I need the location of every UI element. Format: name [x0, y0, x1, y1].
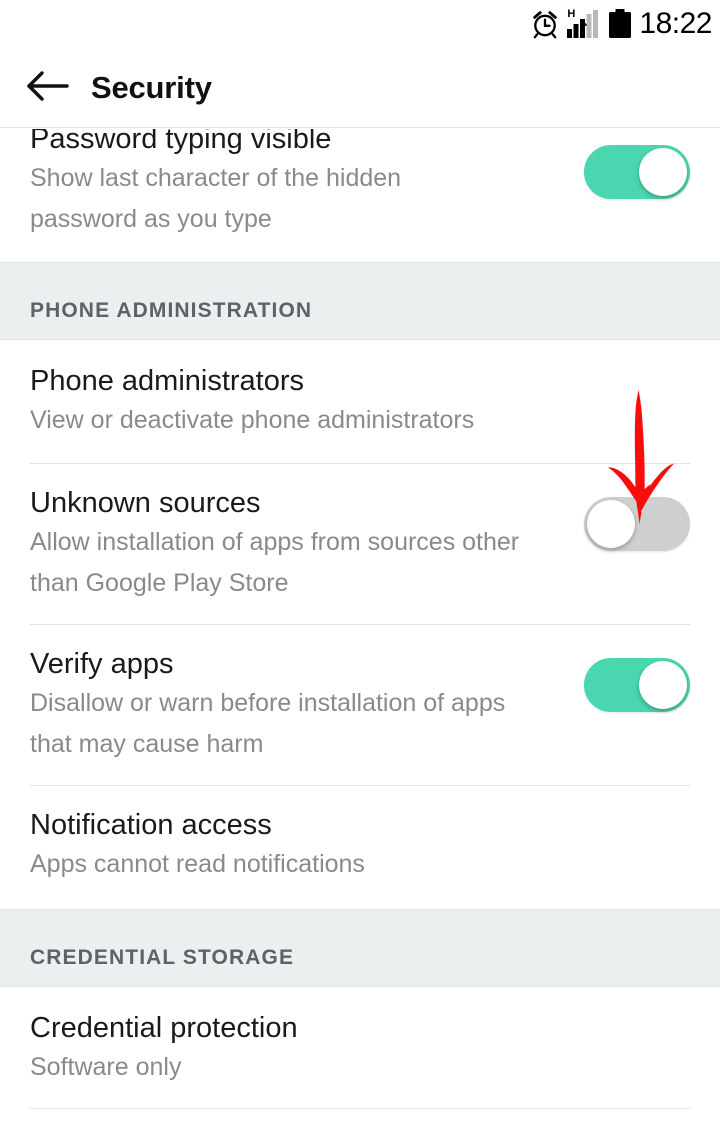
section-header-credential-storage: CREDENTIAL STORAGE	[0, 909, 720, 987]
app-bar: Security	[0, 48, 720, 128]
preference-text-block: Password typing visible Show last charac…	[30, 129, 584, 240]
preference-summary: Allow installation of apps from sources …	[30, 528, 520, 597]
clock-time: 18:22	[639, 7, 712, 40]
status-bar: H 18:22	[0, 0, 720, 48]
section-header-label: CREDENTIAL STORAGE	[30, 946, 295, 969]
toggle-knob	[639, 661, 687, 709]
preference-summary: Show last character of the hidden passwo…	[30, 164, 402, 233]
preference-text-block: Unknown sources Allow installation of ap…	[30, 484, 584, 604]
back-arrow-icon	[26, 69, 72, 106]
preference-unknown-sources[interactable]: Unknown sources Allow installation of ap…	[0, 464, 720, 624]
preference-notification-access[interactable]: Notification access Apps cannot read not…	[0, 786, 720, 909]
preference-text-block: Verify apps Disallow or warn before inst…	[30, 645, 584, 765]
preference-title: Phone administrators	[30, 365, 305, 397]
preference-summary: Apps cannot read notifications	[30, 850, 365, 878]
section-header-label: PHONE ADMINISTRATION	[30, 299, 313, 322]
preference-summary: Software only	[30, 1053, 182, 1081]
preference-verify-apps[interactable]: Verify apps Disallow or warn before inst…	[0, 625, 720, 785]
preference-title: Credential protection	[30, 1012, 298, 1044]
list-divider	[30, 1108, 690, 1109]
cellular-signal-icon: H	[567, 9, 601, 39]
alarm-clock-icon	[530, 9, 560, 39]
status-bar-icons: H 18:22	[530, 9, 712, 39]
preference-title: Password typing visible	[30, 129, 332, 155]
back-button[interactable]	[26, 63, 76, 113]
password-typing-visible-toggle[interactable]	[584, 145, 690, 199]
preference-summary: Disallow or warn before installation of …	[30, 689, 506, 758]
verify-apps-toggle[interactable]	[584, 658, 690, 712]
preference-phone-administrators[interactable]: Phone administrators View or deactivate …	[0, 340, 720, 463]
settings-list[interactable]: Password typing visible Show last charac…	[0, 129, 720, 1145]
toggle-knob	[639, 148, 687, 196]
preference-title: Unknown sources	[30, 487, 261, 519]
preference-text-block: Phone administrators View or deactivate …	[30, 362, 690, 441]
page-title: Security	[91, 69, 212, 105]
toggle-knob	[587, 500, 635, 548]
preference-title: Verify apps	[30, 648, 174, 680]
security-settings-screen: H 18:22 Security Password typing visible…	[0, 0, 720, 1145]
section-header-phone-administration: PHONE ADMINISTRATION	[0, 262, 720, 340]
preference-title: Notification access	[30, 809, 272, 841]
preference-password-typing-visible[interactable]: Password typing visible Show last charac…	[0, 129, 720, 262]
preference-summary: View or deactivate phone administrators	[30, 406, 475, 434]
battery-full-icon	[608, 9, 632, 39]
preference-credential-protection[interactable]: Credential protection Software only	[0, 987, 720, 1108]
preference-text-block: Credential protection Software only	[30, 1009, 690, 1088]
preference-text-block: Notification access Apps cannot read not…	[30, 806, 690, 885]
unknown-sources-toggle[interactable]	[584, 497, 690, 551]
